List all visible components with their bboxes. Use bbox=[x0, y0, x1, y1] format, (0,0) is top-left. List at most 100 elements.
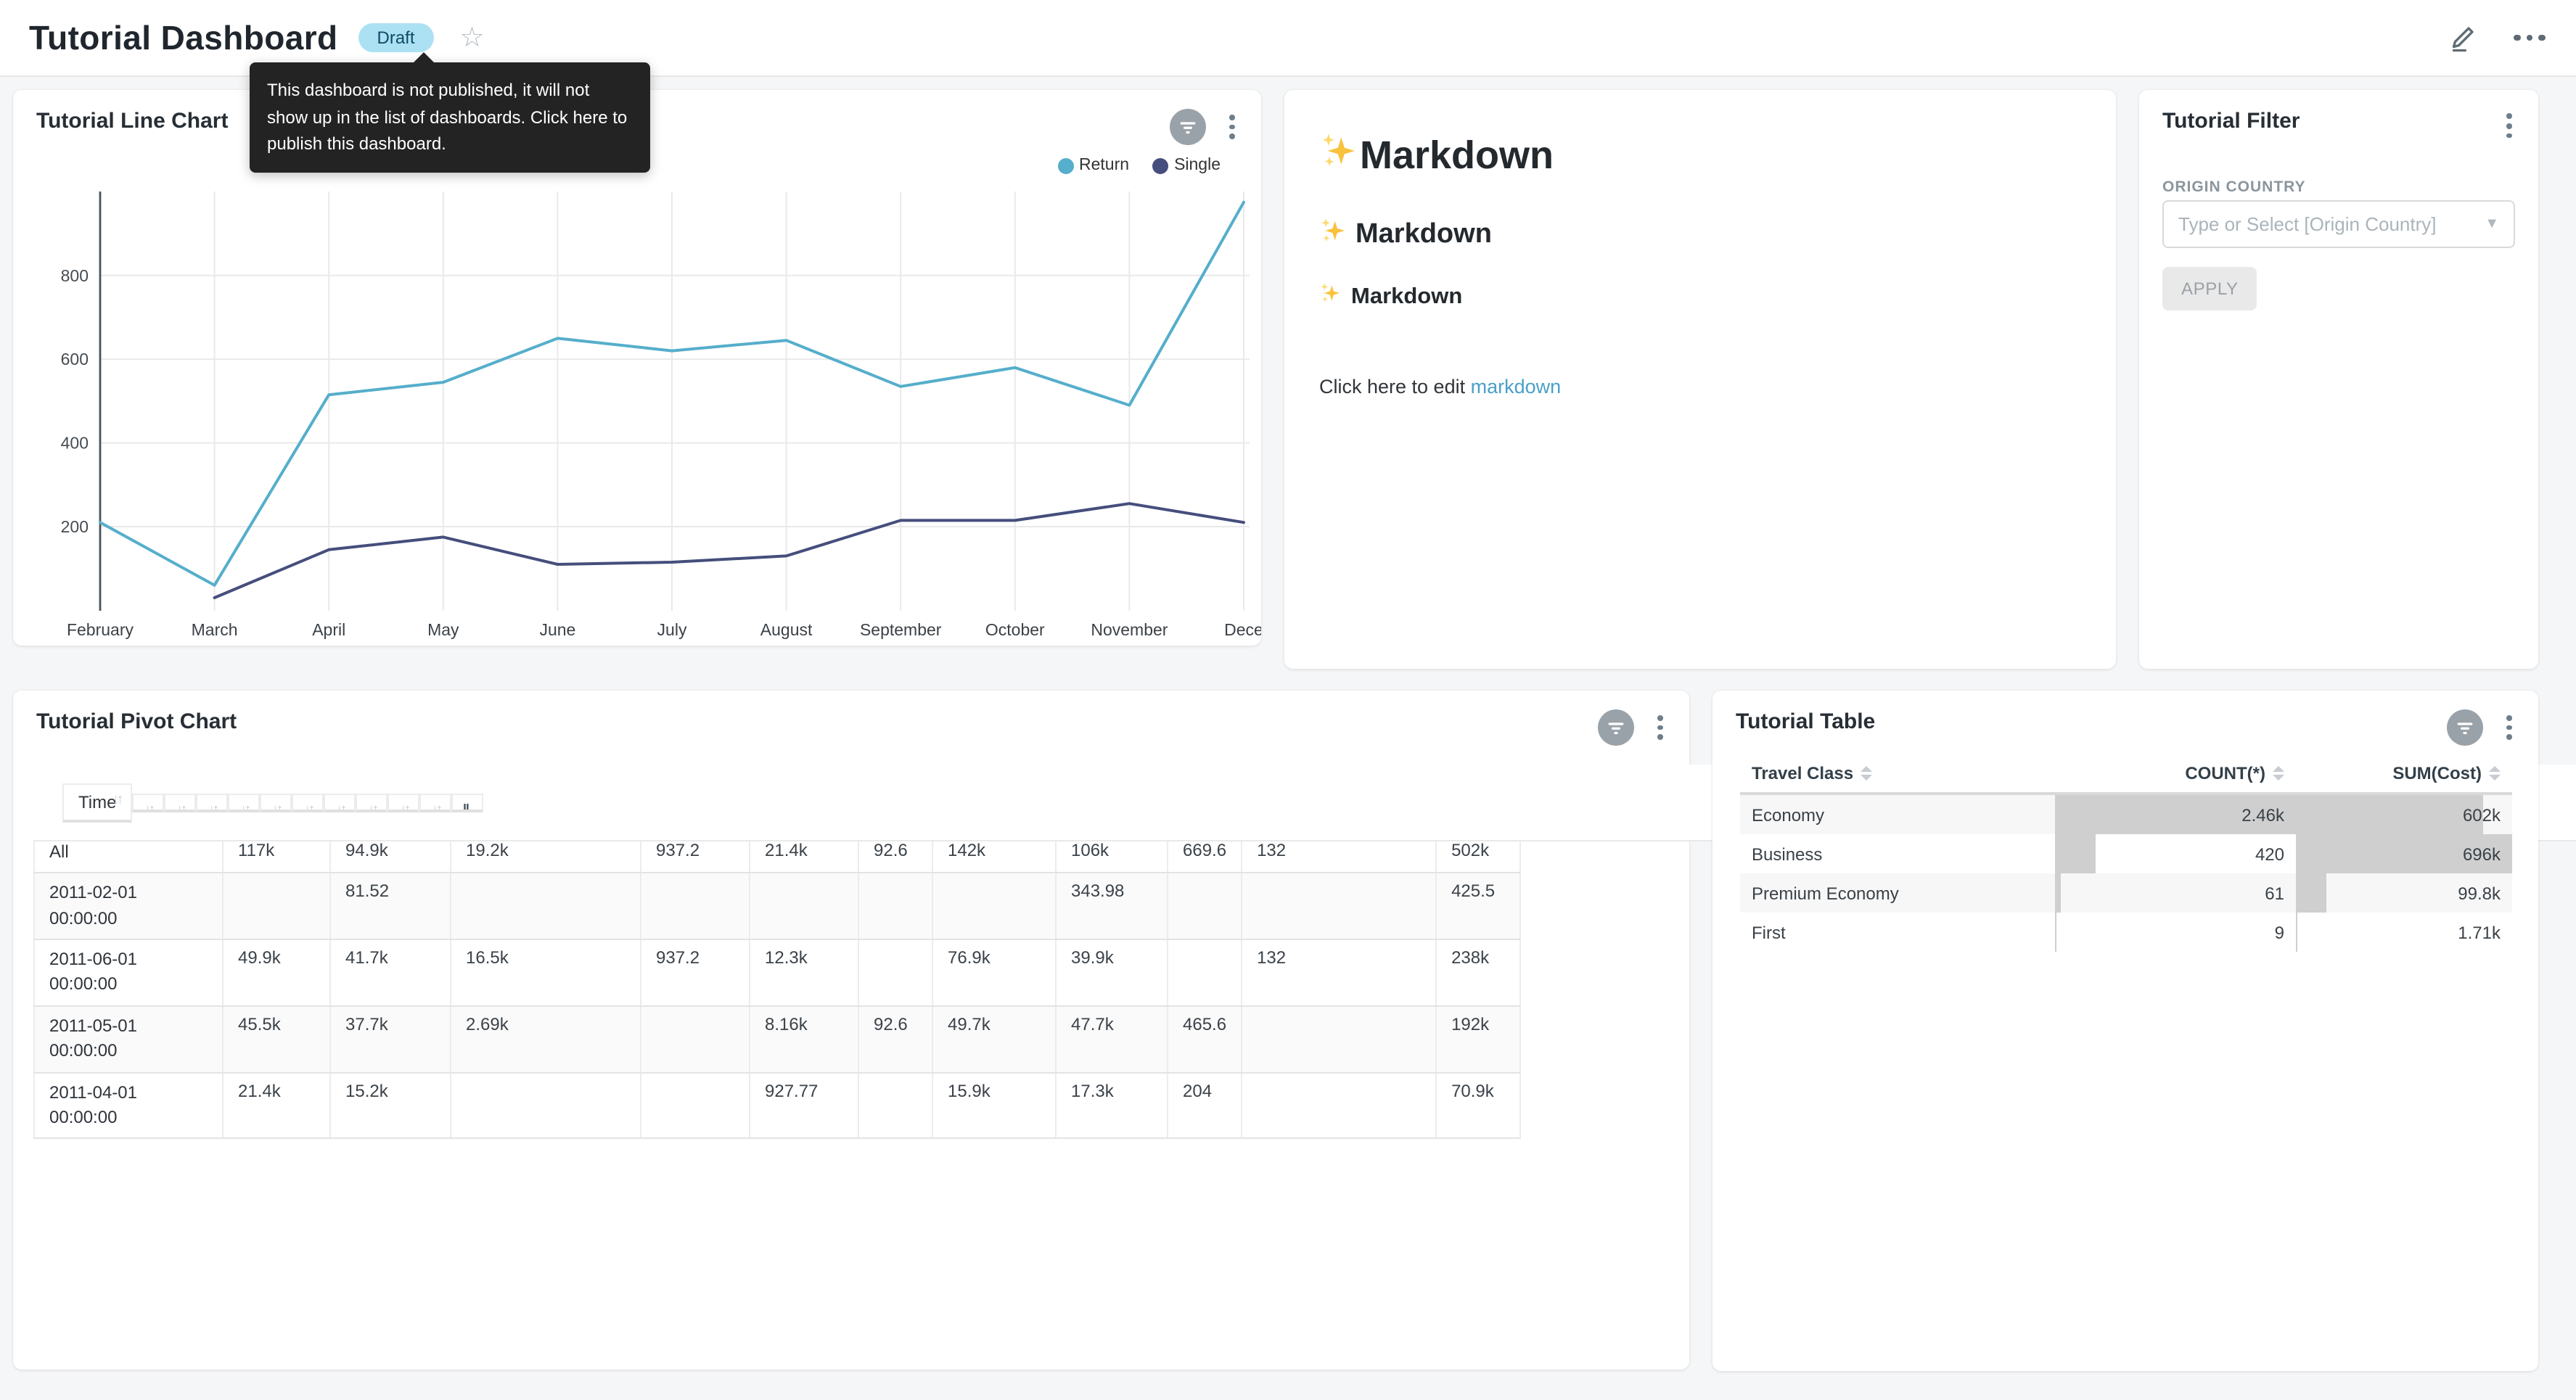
pivot-title: Tutorial Pivot Chart bbox=[36, 709, 237, 734]
y-axis-tick: 400 bbox=[61, 434, 89, 453]
sort-icon[interactable]: ↓↑ bbox=[303, 802, 312, 812]
pivot-cell bbox=[641, 1072, 750, 1139]
pivot-row-label: 2011-02-01 00:00:00 bbox=[34, 873, 223, 939]
series-line-single[interactable] bbox=[215, 503, 1244, 598]
pivot-sort-row-label: Time↓↑ bbox=[62, 783, 132, 822]
sort-icon[interactable]: ↓↑ bbox=[208, 802, 216, 812]
applied-filter-indicator[interactable] bbox=[2447, 709, 2483, 746]
chart-legend: Return Single bbox=[1057, 157, 1221, 174]
table-cell-sum: 602k bbox=[2296, 794, 2512, 834]
markdown-edit-link[interactable]: markdown bbox=[1471, 376, 1562, 398]
favorite-star-icon[interactable]: ☆ bbox=[460, 24, 485, 52]
caret-up-down-icon bbox=[2489, 766, 2501, 781]
sparkles-icon bbox=[1319, 216, 1348, 254]
sort-icon[interactable]: ↓↑ bbox=[112, 791, 120, 807]
table-menu-kebab-icon[interactable] bbox=[2501, 711, 2518, 745]
draft-status-badge[interactable]: Draft bbox=[358, 23, 434, 52]
sort-desc-icon[interactable]: ⇓ bbox=[459, 800, 473, 812]
pivot-cell: 17.3k bbox=[1056, 1072, 1168, 1139]
table-cell-sum: 696k bbox=[2296, 834, 2512, 873]
applied-filter-indicator[interactable] bbox=[1170, 109, 1206, 145]
table-cell-sum: 1.71k bbox=[2296, 913, 2512, 952]
caret-up-down-icon bbox=[1861, 766, 1872, 781]
sort-icon[interactable]: ↓↑ bbox=[431, 802, 440, 812]
table-column-header-2[interactable]: SUM(Cost) bbox=[2296, 754, 2512, 794]
pivot-row-label: 2011-05-01 00:00:00 bbox=[34, 1005, 223, 1072]
more-actions-button[interactable] bbox=[2512, 20, 2547, 55]
pivot-cell: 37.7k bbox=[330, 1005, 451, 1072]
cell-bar bbox=[2296, 795, 2483, 834]
sparkles-icon bbox=[1319, 281, 1342, 312]
pivot-cell: 15.2k bbox=[330, 1072, 451, 1139]
sort-icon[interactable]: ↓↑ bbox=[271, 802, 280, 812]
apply-filter-button[interactable]: APPLY bbox=[2162, 267, 2257, 310]
pivot-cell: 39.9k bbox=[1056, 939, 1168, 1006]
pivot-row-label: 2011-04-01 00:00:00 bbox=[34, 1072, 223, 1139]
table-cell-count: 9 bbox=[2055, 913, 2296, 952]
edit-dashboard-button[interactable] bbox=[2445, 20, 2480, 55]
funnel-icon bbox=[2454, 717, 2476, 738]
pivot-cell: 49.9k bbox=[223, 939, 330, 1006]
sort-icon[interactable]: ↓↑ bbox=[367, 802, 376, 812]
sort-icon[interactable]: ↓↑ bbox=[239, 802, 248, 812]
pivot-cell bbox=[1168, 939, 1242, 1006]
pivot-cell bbox=[858, 1072, 932, 1139]
x-axis-tick: August bbox=[760, 620, 813, 639]
origin-country-select[interactable]: Type or Select [Origin Country] ▼ bbox=[2162, 200, 2515, 248]
pivot-cell bbox=[223, 873, 330, 939]
table-cell-travel-class: Business bbox=[1740, 834, 2055, 873]
table-column-header-1[interactable]: COUNT(*) bbox=[2055, 754, 2296, 794]
pivot-cell: 45.5k bbox=[223, 1005, 330, 1072]
table-cell-travel-class: Economy bbox=[1740, 794, 2055, 834]
x-axis-tick: October bbox=[985, 620, 1045, 639]
pivot-sort-cell: ↓↑ bbox=[387, 793, 419, 812]
pivot-cell: 12.3k bbox=[750, 939, 858, 1006]
table-title: Tutorial Table bbox=[1736, 709, 1875, 734]
table-column-header-0[interactable]: Travel Class bbox=[1740, 754, 2055, 794]
table-cell-count: 2.46k bbox=[2055, 794, 2296, 834]
funnel-icon bbox=[1605, 717, 1627, 738]
markdown-h2: Markdown bbox=[1319, 216, 2087, 254]
sort-icon[interactable]: ↓↑ bbox=[399, 802, 408, 812]
cell-bar bbox=[2055, 913, 2056, 952]
x-axis-tick: July bbox=[657, 620, 687, 639]
pencil-icon bbox=[2448, 23, 2477, 52]
table-cell-count: 61 bbox=[2055, 873, 2296, 913]
legend-dot bbox=[1057, 157, 1073, 173]
sort-icon[interactable]: ↓↑ bbox=[176, 802, 184, 812]
legend-item-single[interactable]: Single bbox=[1152, 157, 1221, 174]
pivot-sort-cell: ↓↑ bbox=[196, 793, 228, 812]
sort-icon[interactable]: ↓↑ bbox=[335, 802, 344, 812]
pivot-sort-cell: ↓↑ bbox=[292, 793, 324, 812]
applied-filter-indicator[interactable] bbox=[1598, 709, 1634, 746]
legend-item-return[interactable]: Return bbox=[1057, 157, 1129, 174]
pivot-table: SUM(Cost)DepartmentOrange DepartmentPurp… bbox=[33, 765, 1520, 1140]
sparkles-icon bbox=[1319, 131, 1360, 181]
pivot-cell bbox=[451, 1072, 641, 1139]
pivot-cell bbox=[858, 873, 932, 939]
pivot-cell: 70.9k bbox=[1436, 1072, 1519, 1139]
pivot-menu-kebab-icon[interactable] bbox=[1652, 711, 1669, 745]
line-chart[interactable]: 200400600800FebruaryMarchAprilMayJuneJul… bbox=[13, 142, 1261, 646]
pivot-cell bbox=[750, 873, 858, 939]
pivot-cell: 49.7k bbox=[932, 1005, 1056, 1072]
pivot-cell: 41.7k bbox=[330, 939, 451, 1006]
pivot-cell: 937.2 bbox=[641, 939, 750, 1006]
pivot-cell bbox=[641, 1005, 750, 1072]
pivot-sort-cell: ↓↑ bbox=[356, 793, 387, 812]
card-tutorial-table: Tutorial Table Travel ClassCOUNT(*)SUM(C… bbox=[1712, 691, 2538, 1371]
filter-menu-kebab-icon[interactable] bbox=[2501, 109, 2518, 143]
pivot-cell: 47.7k bbox=[1056, 1005, 1168, 1072]
dashboard-viewport: Tutorial Dashboard Draft ☆ This dashboar… bbox=[0, 0, 2576, 1400]
sort-icon[interactable]: ↓↑ bbox=[144, 802, 152, 812]
x-axis-tick: Dece bbox=[1224, 620, 1261, 639]
x-axis-tick: June bbox=[539, 620, 575, 639]
funnel-icon bbox=[1177, 116, 1199, 138]
pivot-sort-cell: ↓↑ bbox=[164, 793, 196, 812]
y-axis-tick: 200 bbox=[61, 517, 89, 536]
card-markdown: Markdown Markdown Markdown Click here to… bbox=[1284, 90, 2116, 669]
chart-menu-kebab-icon[interactable] bbox=[1223, 110, 1241, 144]
pivot-cell bbox=[858, 939, 932, 1006]
filter-title: Tutorial Filter bbox=[2162, 109, 2300, 133]
cell-bar bbox=[2296, 873, 2327, 913]
